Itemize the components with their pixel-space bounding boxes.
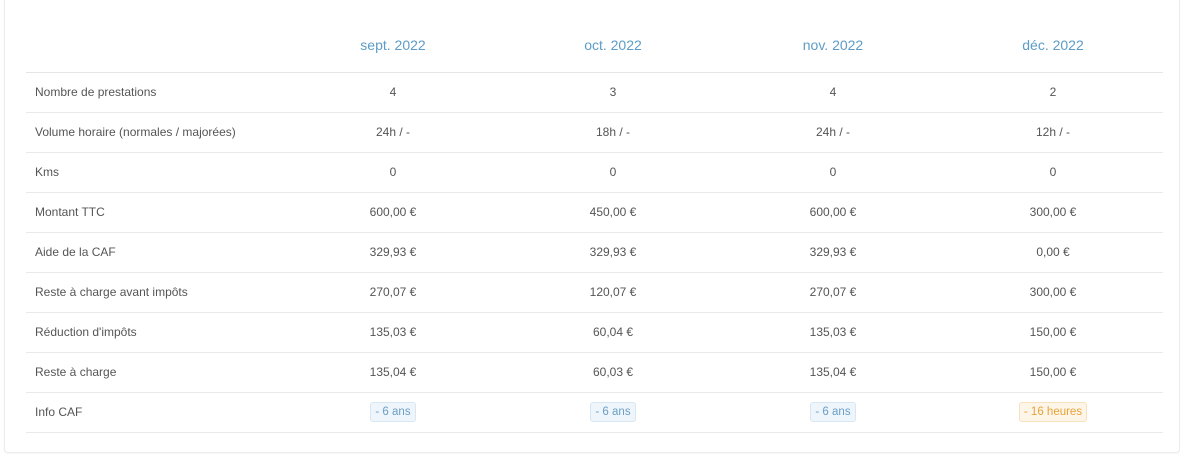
row-label: Aide de la CAF	[26, 232, 283, 273]
table-cell: 2	[943, 72, 1163, 113]
monthly-summary-table: sept. 2022 oct. 2022 nov. 2022 déc. 2022…	[26, 16, 1163, 433]
table-cell: - 6 ans	[503, 392, 723, 433]
table-cell: 150,00 €	[943, 312, 1163, 353]
monthly-summary-card: sept. 2022 oct. 2022 nov. 2022 déc. 2022…	[4, 0, 1180, 453]
table-cell: 135,03 €	[283, 312, 503, 353]
table-row: Montant TTC 600,00 € 450,00 € 600,00 € 3…	[26, 192, 1163, 233]
caf-info-badge: - 6 ans	[370, 402, 416, 422]
row-label: Reste à charge avant impôts	[26, 272, 283, 313]
table-cell: 270,07 €	[283, 272, 503, 313]
table-cell: 600,00 €	[283, 192, 503, 233]
table-cell: 12h / -	[943, 112, 1163, 153]
table-cell: 450,00 €	[503, 192, 723, 233]
table-cell: 60,04 €	[503, 312, 723, 353]
table-cell: 300,00 €	[943, 272, 1163, 313]
table-body: Nombre de prestations 4 3 4 2 Volume hor…	[26, 72, 1163, 433]
row-label: Reste à charge	[26, 352, 283, 393]
table-cell: 60,03 €	[503, 352, 723, 393]
month-header: oct. 2022	[503, 16, 723, 73]
table-cell: 135,04 €	[283, 352, 503, 393]
month-header: sept. 2022	[283, 16, 503, 73]
caf-warning-badge: - 16 heures	[1018, 402, 1088, 422]
table-cell: 329,93 €	[723, 232, 943, 273]
table-cell: 0	[503, 152, 723, 193]
table-cell: 4	[723, 72, 943, 113]
table-cell: 0	[283, 152, 503, 193]
caf-info-badge: - 6 ans	[590, 402, 636, 422]
table-cell: - 6 ans	[283, 392, 503, 433]
table-row: Aide de la CAF 329,93 € 329,93 € 329,93 …	[26, 232, 1163, 273]
table-row: Réduction d'impôts 135,03 € 60,04 € 135,…	[26, 312, 1163, 353]
table-cell: 135,04 €	[723, 352, 943, 393]
row-label: Kms	[26, 152, 283, 193]
table-row-info-caf: Info CAF - 6 ans - 6 ans - 6 ans - 16 he…	[26, 392, 1163, 433]
table-cell: 0,00 €	[943, 232, 1163, 273]
table-cell: - 16 heures	[943, 392, 1163, 433]
table-row: Nombre de prestations 4 3 4 2	[26, 72, 1163, 113]
table-cell: 329,93 €	[283, 232, 503, 273]
table-cell: 24h / -	[723, 112, 943, 153]
caf-info-badge: - 6 ans	[810, 402, 856, 422]
table-row: Reste à charge avant impôts 270,07 € 120…	[26, 272, 1163, 313]
table-cell: 329,93 €	[503, 232, 723, 273]
table-cell: 300,00 €	[943, 192, 1163, 233]
header-label-cell	[26, 16, 283, 73]
table-cell: 3	[503, 72, 723, 113]
table-cell: 0	[723, 152, 943, 193]
table-row: Kms 0 0 0 0	[26, 152, 1163, 193]
table-cell: 270,07 €	[723, 272, 943, 313]
row-label: Nombre de prestations	[26, 72, 283, 113]
table-cell: 0	[943, 152, 1163, 193]
row-label: Volume horaire (normales / majorées)	[26, 112, 283, 153]
table-cell: - 6 ans	[723, 392, 943, 433]
table-row: Reste à charge 135,04 € 60,03 € 135,04 €…	[26, 352, 1163, 393]
table-header: sept. 2022 oct. 2022 nov. 2022 déc. 2022	[26, 16, 1163, 73]
table-cell: 18h / -	[503, 112, 723, 153]
table-cell: 120,07 €	[503, 272, 723, 313]
month-header: déc. 2022	[943, 16, 1163, 73]
table-cell: 24h / -	[283, 112, 503, 153]
table-cell: 150,00 €	[943, 352, 1163, 393]
table-cell: 600,00 €	[723, 192, 943, 233]
row-label: Réduction d'impôts	[26, 312, 283, 353]
table-row: Volume horaire (normales / majorées) 24h…	[26, 112, 1163, 153]
row-label: Montant TTC	[26, 192, 283, 233]
month-header: nov. 2022	[723, 16, 943, 73]
table-cell: 4	[283, 72, 503, 113]
row-label: Info CAF	[26, 392, 283, 433]
header-row: sept. 2022 oct. 2022 nov. 2022 déc. 2022	[26, 16, 1163, 73]
table-cell: 135,03 €	[723, 312, 943, 353]
